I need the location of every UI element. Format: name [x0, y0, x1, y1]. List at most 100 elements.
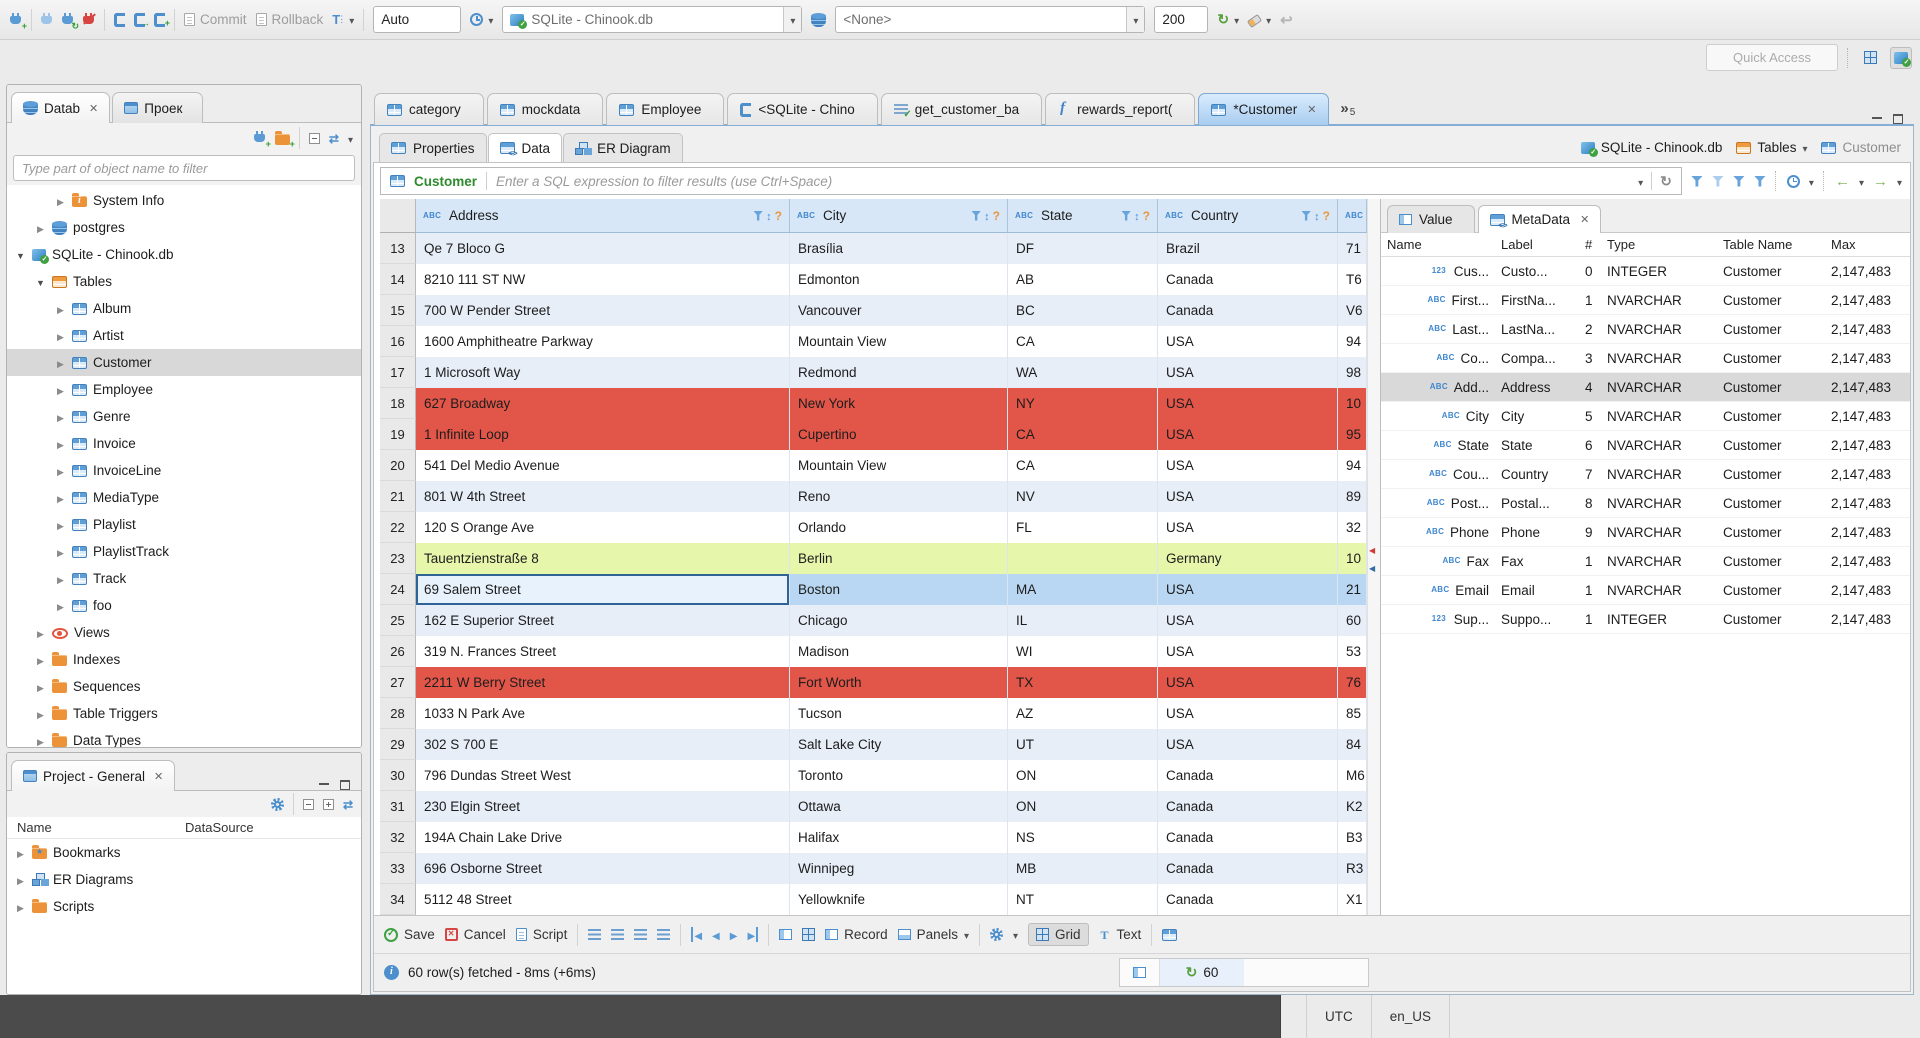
- new-connection-icon[interactable]: +: [10, 12, 27, 30]
- expander-icon[interactable]: [55, 193, 66, 208]
- expander-icon[interactable]: [35, 679, 46, 694]
- row-number-cell[interactable]: 25: [380, 605, 416, 636]
- state-cell[interactable]: ON: [1008, 760, 1158, 791]
- postalcode-cell[interactable]: 32: [1338, 512, 1367, 543]
- city-cell[interactable]: Orlando: [790, 512, 1008, 543]
- column-filter-icon[interactable]: [1121, 210, 1132, 221]
- close-icon[interactable]: ✕: [1580, 213, 1589, 226]
- column-header[interactable]: City: [790, 199, 1008, 233]
- metadata-row[interactable]: Fax Fax 1 NVARCHAR Customer 2,147,483: [1381, 547, 1910, 576]
- country-cell[interactable]: USA: [1158, 512, 1338, 543]
- address-cell[interactable]: 319 N. Frances Street: [416, 636, 790, 667]
- metadata-row[interactable]: Email Email 1 NVARCHAR Customer 2,147,48…: [1381, 576, 1910, 605]
- nav-forward-icon[interactable]: [1873, 173, 1888, 190]
- postalcode-cell[interactable]: B3: [1338, 822, 1367, 853]
- row-number-cell[interactable]: 19: [380, 419, 416, 450]
- add-row-icon[interactable]: [611, 929, 625, 940]
- filter-save-icon[interactable]: ▣: [1732, 175, 1745, 187]
- city-cell[interactable]: Halifax: [790, 822, 1008, 853]
- country-cell[interactable]: Canada: [1158, 760, 1338, 791]
- delete-row-icon[interactable]: [657, 929, 671, 940]
- expander-icon[interactable]: [55, 490, 66, 505]
- expander-icon[interactable]: [15, 247, 26, 262]
- tree-item[interactable]: Playlist: [7, 511, 361, 538]
- text-view-button[interactable]: Text: [1099, 927, 1142, 943]
- tree-item[interactable]: Album: [7, 295, 361, 322]
- postalcode-cell[interactable]: K2: [1338, 791, 1367, 822]
- view-menu-icon[interactable]: [348, 131, 353, 146]
- editor-subtab[interactable]: Data: [487, 133, 563, 162]
- perspective-editor-icon[interactable]: [1859, 47, 1881, 69]
- minimize-icon[interactable]: [319, 781, 329, 785]
- city-cell[interactable]: Ottawa: [790, 791, 1008, 822]
- address-cell[interactable]: Qe 7 Bloco G: [416, 233, 790, 264]
- new-folder-icon[interactable]: +: [274, 130, 295, 148]
- country-cell[interactable]: Canada: [1158, 822, 1338, 853]
- tree-item[interactable]: Track: [7, 565, 361, 592]
- close-icon[interactable]: ✕: [154, 770, 163, 783]
- fetch-settings-icon[interactable]: [1133, 967, 1146, 978]
- expander-icon[interactable]: [55, 436, 66, 451]
- address-cell[interactable]: 230 Elgin Street: [416, 791, 790, 822]
- column-header[interactable]: [1338, 199, 1367, 233]
- filter-history-clock-icon[interactable]: [1786, 174, 1800, 188]
- state-cell[interactable]: BC: [1008, 295, 1158, 326]
- state-cell[interactable]: AB: [1008, 264, 1158, 295]
- meta-col-max[interactable]: Max: [1825, 237, 1910, 252]
- close-icon[interactable]: ✕: [89, 102, 98, 115]
- city-cell[interactable]: Fort Worth: [790, 667, 1008, 698]
- column-filter-icon[interactable]: [1301, 210, 1312, 221]
- state-cell[interactable]: MB: [1008, 853, 1158, 884]
- reconnect-icon[interactable]: ↻: [62, 12, 79, 30]
- tree-item[interactable]: postgres: [7, 214, 361, 241]
- close-icon[interactable]: ✕: [1307, 103, 1316, 116]
- tree-item[interactable]: Artist: [7, 322, 361, 349]
- record-button[interactable]: Record: [825, 927, 888, 942]
- metadata-row[interactable]: Sup... Suppo... 1 INTEGER Customer 2,147…: [1381, 605, 1910, 634]
- metadata-row[interactable]: First... FirstNa... 1 NVARCHAR Customer …: [1381, 286, 1910, 315]
- sort-icon[interactable]: [984, 208, 990, 223]
- state-cell[interactable]: NY: [1008, 388, 1158, 419]
- connection-select[interactable]: SQLite - Chinook.db: [502, 6, 803, 33]
- postalcode-cell[interactable]: R3: [1338, 853, 1367, 884]
- row-number-cell[interactable]: 17: [380, 357, 416, 388]
- grid-view-button[interactable]: Grid: [1028, 923, 1089, 946]
- city-cell[interactable]: Toronto: [790, 760, 1008, 791]
- tree-item[interactable]: Employee: [7, 376, 361, 403]
- schema-dropdown-button[interactable]: [1126, 7, 1145, 32]
- apply-filter-icon[interactable]: [1660, 173, 1672, 190]
- state-cell[interactable]: NV: [1008, 481, 1158, 512]
- expander-icon[interactable]: [15, 872, 26, 887]
- open-sql-editor-icon[interactable]: →: [134, 12, 150, 27]
- nav-back-icon[interactable]: [1835, 173, 1850, 190]
- address-cell[interactable]: 302 S 700 E: [416, 729, 790, 760]
- column-header-datasource[interactable]: DataSource: [185, 820, 254, 835]
- metadata-row[interactable]: Cus... Custo... 0 INTEGER Customer 2,147…: [1381, 257, 1910, 286]
- postalcode-cell[interactable]: 94: [1338, 326, 1367, 357]
- city-cell[interactable]: Edmonton: [790, 264, 1008, 295]
- address-cell[interactable]: 5112 48 Street: [416, 884, 790, 915]
- cancel-button[interactable]: Cancel: [444, 927, 506, 942]
- country-cell[interactable]: Canada: [1158, 791, 1338, 822]
- address-cell[interactable]: 1 Microsoft Way: [416, 357, 790, 388]
- country-cell[interactable]: USA: [1158, 357, 1338, 388]
- new-connection-icon[interactable]: +: [253, 131, 271, 149]
- postalcode-cell[interactable]: 85: [1338, 698, 1367, 729]
- state-cell[interactable]: ON: [1008, 791, 1158, 822]
- country-cell[interactable]: USA: [1158, 419, 1338, 450]
- city-cell[interactable]: Salt Lake City: [790, 729, 1008, 760]
- tree-item[interactable]: PlaylistTrack: [7, 538, 361, 565]
- fetch-page-icon[interactable]: [779, 929, 793, 940]
- address-cell[interactable]: 627 Broadway: [416, 388, 790, 419]
- country-cell[interactable]: Canada: [1158, 295, 1338, 326]
- state-cell[interactable]: WA: [1008, 357, 1158, 388]
- country-cell[interactable]: USA: [1158, 481, 1338, 512]
- address-cell[interactable]: 69 Salem Street: [416, 574, 790, 605]
- project-tab[interactable]: Project - General ✕: [11, 760, 176, 791]
- collapse-all-icon[interactable]: [302, 798, 314, 810]
- project-item[interactable]: Scripts: [7, 893, 361, 920]
- country-cell[interactable]: USA: [1158, 326, 1338, 357]
- expander-icon[interactable]: [55, 409, 66, 424]
- view-settings-icon[interactable]: [1162, 928, 1178, 941]
- row-number-cell[interactable]: 16: [380, 326, 416, 357]
